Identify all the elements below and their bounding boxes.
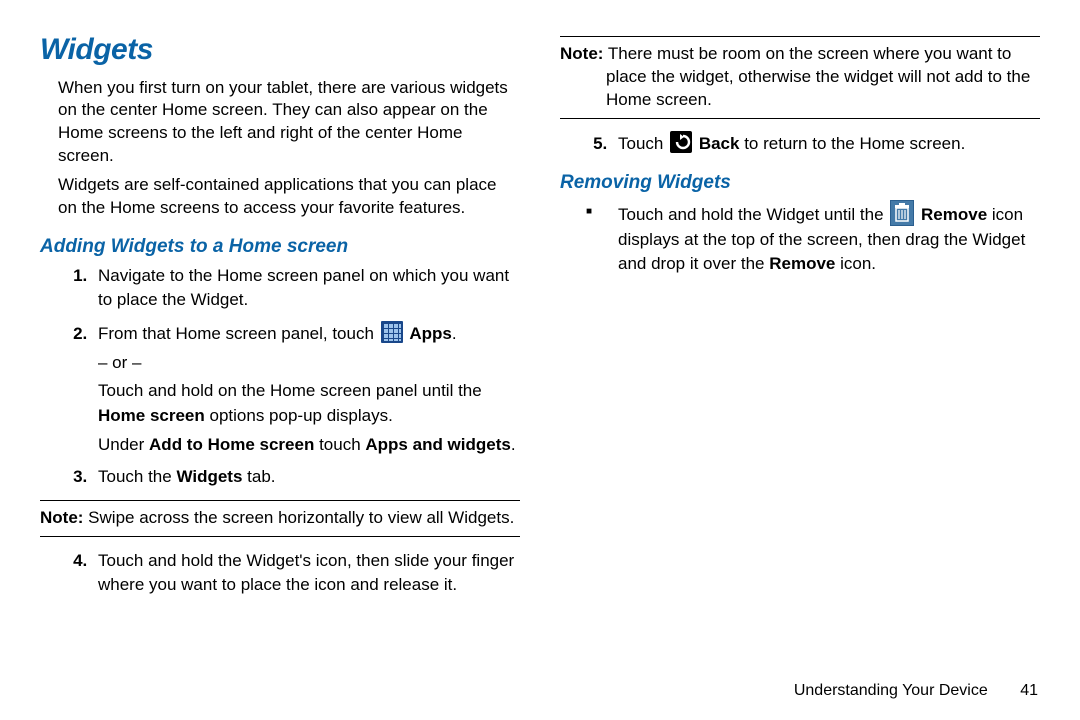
note-room-text: There must be room on the screen where y…	[603, 44, 1030, 109]
step-3: Touch the Widgets tab.	[92, 465, 520, 490]
step-5-a: Touch	[618, 134, 668, 153]
remove-label-2: Remove	[769, 254, 835, 273]
step-2-alt: Touch and hold on the Home screen panel …	[98, 379, 520, 428]
removing-bullet-list: Touch and hold the Widget until the Remo…	[578, 200, 1040, 277]
removing-c: icon.	[835, 254, 876, 273]
apps-and-widgets-bold: Apps and widgets	[365, 435, 510, 454]
step-4-text: Touch and hold the Widget's icon, then s…	[98, 551, 514, 595]
step-3-c: tab.	[242, 467, 275, 486]
apps-icon	[381, 321, 403, 343]
step-1: Navigate to the Home screen panel on whi…	[92, 264, 520, 313]
removing-a: Touch and hold the Widget until the	[618, 205, 888, 224]
back-icon	[670, 131, 692, 153]
step-2: From that Home screen panel, touch Apps.…	[92, 321, 520, 457]
widgets-tab-bold: Widgets	[176, 467, 242, 486]
intro-para-2: Widgets are self-contained applications …	[58, 174, 520, 220]
step-2-alt-b: options pop-up displays.	[205, 406, 393, 425]
intro-para-1: When you first turn on your tablet, ther…	[58, 77, 520, 169]
step-3-a: Touch the	[98, 467, 176, 486]
note-room: Note: There must be room on the screen w…	[560, 36, 1040, 119]
step-2-under: Under Add to Home screen touch Apps and …	[98, 433, 520, 458]
page-footer: Understanding Your Device 41	[794, 682, 1038, 700]
home-screen-bold: Home screen	[98, 406, 205, 425]
left-column: Widgets When you first turn on your tabl…	[40, 30, 520, 680]
back-label: Back	[699, 134, 740, 153]
note-label: Note:	[40, 508, 83, 527]
page-body: Widgets When you first turn on your tabl…	[0, 0, 1080, 680]
step-4: Touch and hold the Widget's icon, then s…	[92, 549, 520, 598]
heading-adding-widgets: Adding Widgets to a Home screen	[40, 234, 520, 260]
adding-steps-list-cont: Touch and hold the Widget's icon, then s…	[58, 549, 520, 598]
add-to-home-bold: Add to Home screen	[149, 435, 314, 454]
trash-icon	[890, 200, 914, 226]
adding-steps-list-5: Touch Back to return to the Home screen.	[578, 131, 1040, 157]
adding-steps-list: Navigate to the Home screen panel on whi…	[58, 264, 520, 490]
step-2-under-b: touch	[314, 435, 365, 454]
step-1-text: Navigate to the Home screen panel on whi…	[98, 266, 509, 310]
footer-section: Understanding Your Device	[794, 682, 988, 699]
step-5: Touch Back to return to the Home screen.	[612, 131, 1040, 157]
note-label-2: Note:	[560, 44, 603, 63]
removing-bullet: Touch and hold the Widget until the Remo…	[612, 200, 1040, 277]
heading-removing-widgets: Removing Widgets	[560, 170, 1040, 196]
apps-label: Apps	[409, 324, 452, 343]
remove-label-1: Remove	[921, 205, 987, 224]
step-2-under-a: Under	[98, 435, 149, 454]
note-swipe-text: Swipe across the screen horizontally to …	[83, 508, 514, 527]
footer-page-number: 41	[1020, 682, 1038, 699]
heading-widgets: Widgets	[40, 30, 520, 71]
right-column: Note: There must be room on the screen w…	[560, 30, 1040, 680]
note-swipe: Note: Swipe across the screen horizontal…	[40, 500, 520, 537]
step-5-c: to return to the Home screen.	[739, 134, 965, 153]
step-2-lead: From that Home screen panel, touch	[98, 324, 379, 343]
step-2-alt-a: Touch and hold on the Home screen panel …	[98, 381, 482, 400]
step-2-dot: .	[452, 324, 457, 343]
step-2-or: – or –	[98, 351, 520, 376]
step-2-under-c: .	[511, 435, 516, 454]
